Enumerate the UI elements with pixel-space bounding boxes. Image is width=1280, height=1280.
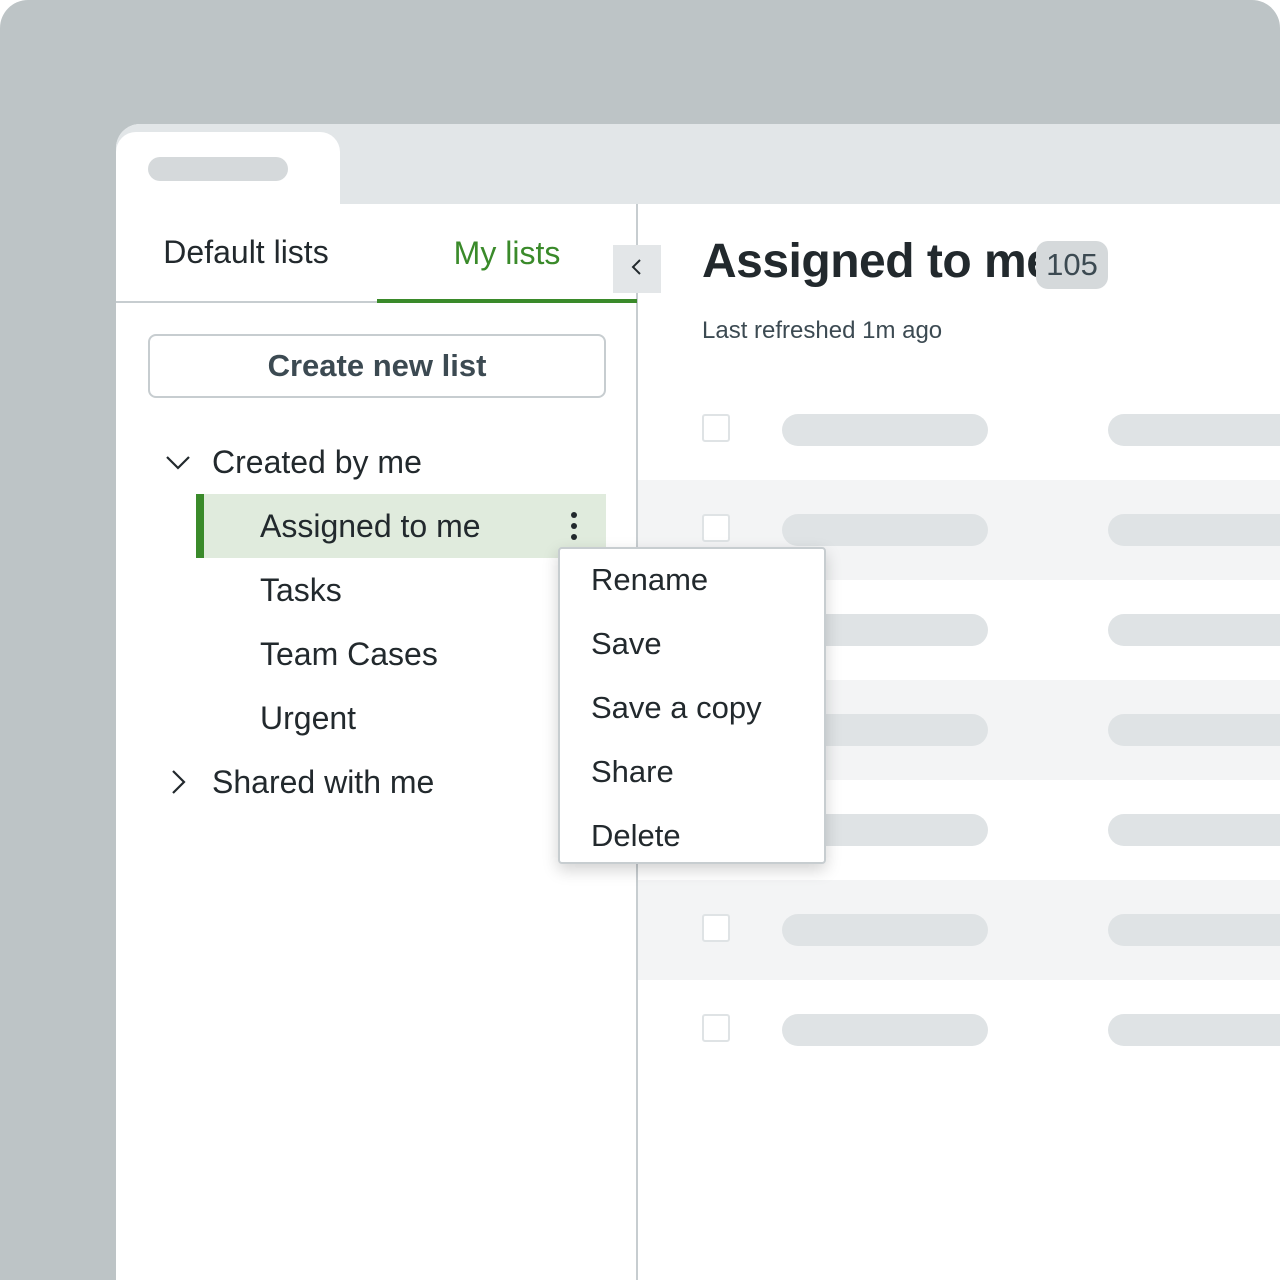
- cell-placeholder: [782, 414, 988, 446]
- create-new-list-button[interactable]: Create new list: [148, 334, 606, 398]
- cell-placeholder: [1108, 914, 1280, 946]
- row-checkbox[interactable]: [702, 1014, 730, 1042]
- cell-placeholder: [782, 1014, 988, 1046]
- browser-tab-bar: [116, 124, 1280, 204]
- cell-placeholder: [782, 514, 988, 546]
- cell-placeholder: [1108, 1014, 1280, 1046]
- menu-item-save-a-copy[interactable]: Save a copy: [560, 676, 824, 740]
- menu-item-rename[interactable]: Rename: [560, 548, 824, 612]
- cell-placeholder: [1108, 714, 1280, 746]
- cell-placeholder: [1108, 614, 1280, 646]
- row-checkbox[interactable]: [702, 414, 730, 442]
- cell-placeholder: [1108, 514, 1280, 546]
- chevron-right-icon: [162, 766, 194, 798]
- group-created-by-me[interactable]: Created by me: [162, 432, 422, 492]
- list-item-label: Tasks: [260, 571, 342, 608]
- count-badge: 105: [1036, 241, 1108, 289]
- group-label: Shared with me: [212, 763, 435, 800]
- list-item-label: Assigned to me: [260, 507, 481, 544]
- list-item-assigned-to-me[interactable]: Assigned to me: [196, 494, 606, 558]
- menu-item-share[interactable]: Share: [560, 740, 824, 804]
- table-row[interactable]: [638, 980, 1280, 1080]
- chevron-down-icon: [162, 446, 194, 478]
- list-item-team-cases[interactable]: Team Cases: [196, 622, 606, 686]
- table-row[interactable]: [638, 880, 1280, 980]
- row-checkbox[interactable]: [702, 514, 730, 542]
- list-item-label: Team Cases: [260, 635, 438, 672]
- group-label: Created by me: [212, 443, 422, 480]
- menu-item-delete[interactable]: Delete: [560, 804, 824, 868]
- kebab-menu-icon[interactable]: [558, 512, 590, 540]
- list-item-tasks[interactable]: Tasks: [196, 558, 606, 622]
- group-shared-with-me[interactable]: Shared with me: [162, 752, 434, 812]
- cell-placeholder: [1108, 414, 1280, 446]
- list-item-label: Urgent: [260, 699, 357, 736]
- table-row[interactable]: [638, 380, 1280, 480]
- chevron-left-icon: [629, 257, 645, 282]
- row-checkbox[interactable]: [702, 914, 730, 942]
- tab-my-lists[interactable]: My lists: [377, 204, 637, 303]
- collapse-sidebar-button[interactable]: [613, 245, 661, 293]
- menu-item-save[interactable]: Save: [560, 612, 824, 676]
- list-context-menu: Rename Save Save a copy Share Delete: [558, 547, 826, 864]
- browser-tab-title-placeholder: [148, 157, 288, 181]
- page-title: Assigned to me: [702, 235, 1053, 288]
- sidebar-tabs: Default lists My lists: [116, 204, 637, 303]
- last-refreshed-text: Last refreshed 1m ago: [702, 317, 943, 344]
- cell-placeholder: [1108, 814, 1280, 846]
- cell-placeholder: [782, 914, 988, 946]
- list-item-urgent[interactable]: Urgent: [196, 686, 606, 750]
- tab-default-lists[interactable]: Default lists: [116, 204, 376, 301]
- browser-tab[interactable]: [116, 132, 340, 204]
